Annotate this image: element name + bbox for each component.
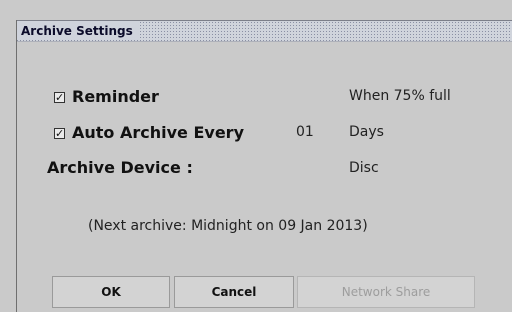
auto-archive-unit: Days [349, 124, 384, 140]
title-bar[interactable]: Archive Settings [16, 20, 512, 42]
network-share-button[interactable]: Network Share [297, 276, 475, 308]
reminder-checkbox[interactable]: ✓ [54, 92, 65, 103]
ok-button[interactable]: OK [52, 276, 170, 308]
archive-device-label: Archive Device : [47, 158, 193, 177]
auto-archive-interval[interactable]: 01 [296, 124, 314, 140]
reminder-label: Reminder [72, 87, 159, 106]
auto-archive-checkbox[interactable]: ✓ [54, 128, 65, 139]
dialog-title: Archive Settings [17, 22, 139, 40]
next-archive-note: (Next archive: Midnight on 09 Jan 2013) [88, 218, 368, 234]
cancel-button[interactable]: Cancel [174, 276, 294, 308]
archive-settings-dialog: Archive Settings ✓ Reminder When 75% ful… [0, 0, 512, 312]
archive-device-value[interactable]: Disc [349, 160, 379, 176]
reminder-threshold-value: When 75% full [349, 88, 451, 104]
auto-archive-label: Auto Archive Every [72, 123, 244, 142]
dialog-left-border [16, 20, 17, 312]
